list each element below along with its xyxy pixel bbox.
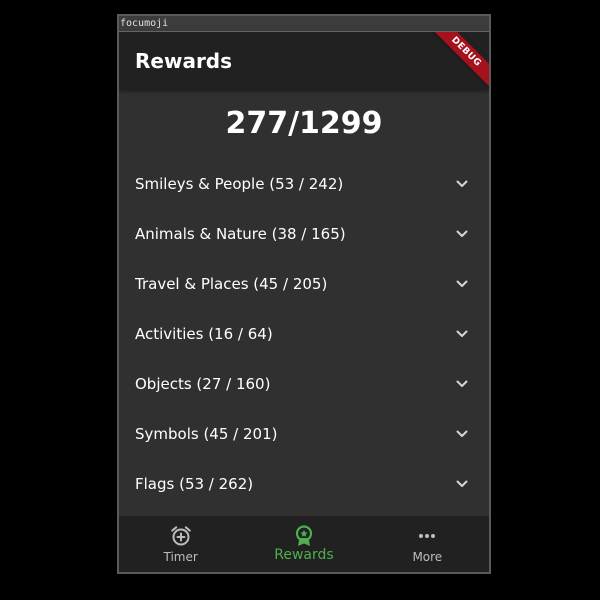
debug-banner: DEBUG — [427, 32, 489, 89]
app-bar: Rewards DEBUG — [119, 32, 489, 89]
award-badge-icon — [295, 525, 313, 546]
chevron-down-icon — [456, 330, 468, 337]
category-label: Smileys & People (53 / 242) — [135, 175, 344, 193]
bottom-navigation: Timer Rewards More — [119, 516, 489, 572]
category-item-objects[interactable]: Objects (27 / 160) — [119, 359, 489, 409]
chevron-down-icon — [456, 430, 468, 437]
rewards-content: 277/1299 Smileys & People (53 / 242) Ani… — [119, 89, 489, 516]
window-titlebar: focumoji — [119, 16, 489, 32]
page-title: Rewards — [135, 49, 233, 73]
nav-label-timer: Timer — [163, 550, 198, 564]
nav-item-rewards[interactable]: Rewards — [242, 516, 365, 572]
category-label: Objects (27 / 160) — [135, 375, 271, 393]
chevron-down-icon — [456, 230, 468, 237]
chevron-down-icon — [456, 280, 468, 287]
category-item-flags[interactable]: Flags (53 / 262) — [119, 459, 489, 509]
category-item-activities[interactable]: Activities (16 / 64) — [119, 309, 489, 359]
category-label: Travel & Places (45 / 205) — [135, 275, 328, 293]
rewards-total: 277/1299 — [225, 106, 383, 141]
alarm-add-icon — [170, 526, 191, 546]
chevron-down-icon — [456, 180, 468, 187]
category-label: Symbols (45 / 201) — [135, 425, 278, 443]
category-item-animals-nature[interactable]: Animals & Nature (38 / 165) — [119, 209, 489, 259]
nav-item-timer[interactable]: Timer — [119, 516, 242, 572]
chevron-down-icon — [456, 380, 468, 387]
nav-label-more: More — [412, 550, 443, 564]
nav-item-more[interactable]: More — [366, 516, 489, 572]
app-window: focumoji Rewards DEBUG 277/1299 Smileys … — [117, 14, 491, 574]
chevron-down-icon — [456, 480, 468, 487]
category-label: Animals & Nature (38 / 165) — [135, 225, 346, 243]
category-label: Flags (53 / 262) — [135, 475, 254, 493]
category-item-symbols[interactable]: Symbols (45 / 201) — [119, 409, 489, 459]
category-label: Activities (16 / 64) — [135, 325, 273, 343]
category-item-travel-places[interactable]: Travel & Places (45 / 205) — [119, 259, 489, 309]
more-horizontal-icon — [419, 534, 436, 538]
category-list: Smileys & People (53 / 242) Animals & Na… — [119, 159, 489, 509]
nav-label-rewards: Rewards — [274, 547, 334, 563]
category-item-smileys-people[interactable]: Smileys & People (53 / 242) — [119, 159, 489, 209]
